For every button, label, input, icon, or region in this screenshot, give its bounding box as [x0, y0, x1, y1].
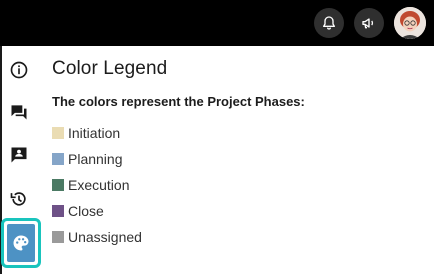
legend-item-execution: Execution	[52, 172, 142, 198]
legend-item-close: Close	[52, 198, 142, 224]
legend-label: Initiation	[68, 125, 121, 141]
legend-label: Close	[68, 203, 104, 219]
legend-item-initiation: Initiation	[52, 120, 142, 146]
sidebar-item-info[interactable]	[4, 55, 34, 85]
legend-label: Unassigned	[68, 229, 142, 245]
avatar-icon	[394, 7, 426, 39]
color-swatch	[52, 153, 64, 165]
sidebar-item-color-legend[interactable]	[1, 218, 41, 268]
info-icon	[10, 61, 28, 79]
legend-label: Planning	[68, 151, 123, 167]
active-item-fill	[7, 224, 35, 262]
announcements-button[interactable]	[354, 8, 384, 38]
color-swatch	[52, 205, 64, 217]
user-avatar[interactable]	[394, 7, 426, 39]
color-legend-panel: Color Legend The colors represent the Pr…	[52, 58, 422, 245]
legend-item-unassigned: Unassigned	[52, 224, 142, 250]
color-swatch	[52, 127, 64, 139]
legend-item-planning: Planning	[52, 146, 142, 172]
legend-label: Execution	[68, 177, 130, 193]
sidebar-item-chat[interactable]	[4, 97, 34, 127]
legend-list: Initiation Planning Execution Close Unas…	[52, 120, 142, 250]
sidebar-item-contact[interactable]	[4, 140, 34, 170]
sidebar	[0, 46, 42, 274]
page-title: Color Legend	[52, 58, 168, 79]
bell-icon	[323, 16, 335, 30]
sidebar-item-history[interactable]	[4, 184, 34, 214]
history-icon	[10, 192, 26, 206]
chat-icon	[11, 105, 27, 120]
color-swatch	[52, 231, 64, 243]
color-swatch	[52, 179, 64, 191]
megaphone-icon	[362, 18, 374, 29]
top-bar	[0, 0, 434, 46]
legend-subtitle: The colors represent the Project Phases:	[52, 94, 305, 109]
palette-icon	[13, 235, 29, 251]
contact-card-icon	[11, 147, 27, 163]
notifications-button[interactable]	[314, 8, 344, 38]
